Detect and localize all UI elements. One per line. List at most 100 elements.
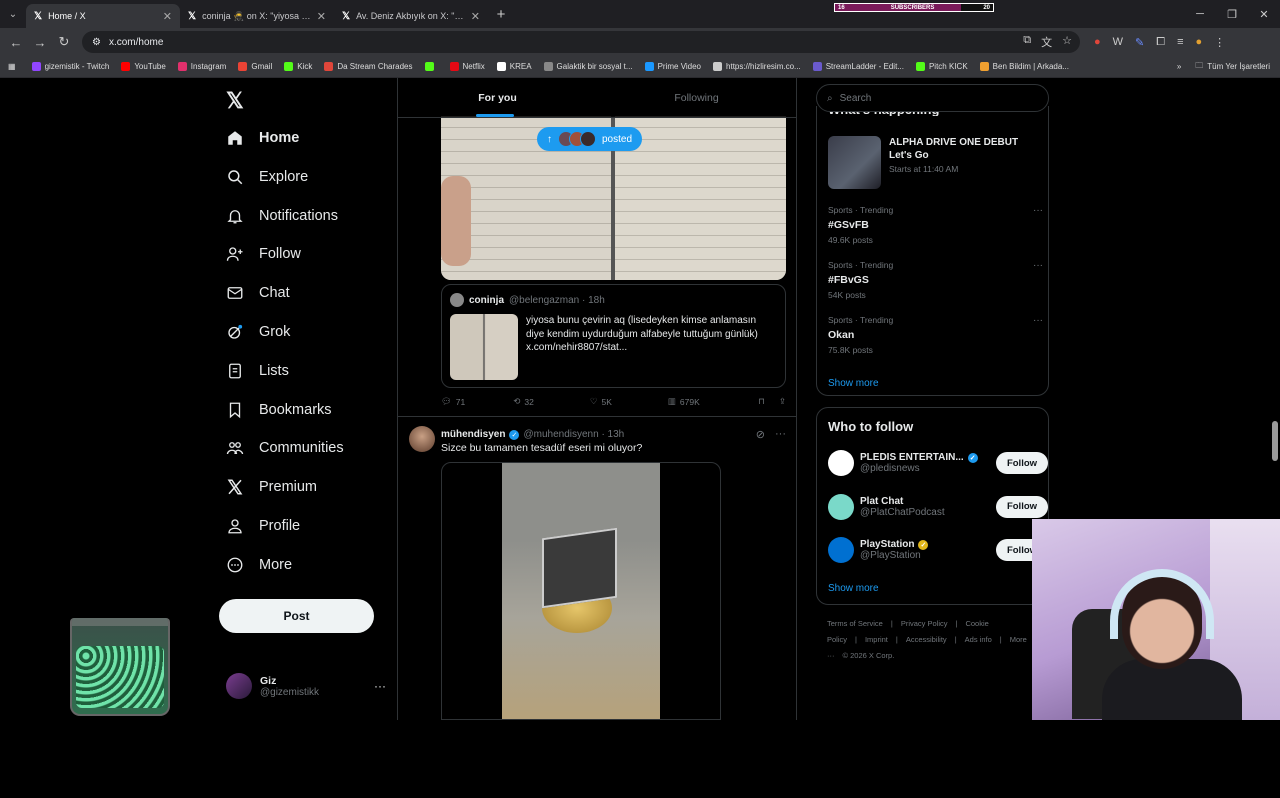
extension-icon[interactable]: ●	[1094, 36, 1101, 49]
grok-icon[interactable]: ⊘	[756, 428, 765, 441]
show-more-link[interactable]: Show more	[828, 378, 879, 389]
restore-icon[interactable]: ❐	[1216, 0, 1248, 28]
tab-home[interactable]: 𝕏 Home / X ✕	[26, 4, 180, 28]
close-icon[interactable]: ✕	[163, 10, 172, 23]
follow-suggestion[interactable]: PLEDIS ENTERTAIN... ✓ @pledisnews Follow	[828, 450, 1048, 476]
extension-icon[interactable]: ✎	[1135, 36, 1144, 49]
bookmark-item[interactable]: Ben Bildim | Arkada...	[979, 62, 1069, 71]
sidebar-item-more[interactable]: More	[226, 553, 292, 577]
footer-link[interactable]: Imprint	[865, 635, 888, 644]
show-more-link[interactable]: Show more	[828, 583, 879, 594]
avatar[interactable]: ●	[1196, 36, 1203, 49]
sidebar-item-chat[interactable]: Chat	[226, 281, 290, 305]
bookmark-item[interactable]: Pitch KICK	[915, 62, 968, 71]
sidebar-item-bookmarks[interactable]: Bookmarks	[226, 398, 332, 422]
star-icon[interactable]: ☆	[1062, 34, 1072, 50]
avatar[interactable]	[409, 426, 435, 452]
menu-icon[interactable]: ⋮	[1214, 36, 1225, 49]
back-icon[interactable]: ←	[4, 35, 28, 50]
footer-link[interactable]: Terms of Service	[827, 619, 883, 628]
bookmark-item[interactable]: https://hizliresim.co...	[713, 62, 801, 71]
x-logo-icon[interactable]: 𝕏	[226, 88, 244, 114]
sidebar-item-premium[interactable]: Premium	[226, 475, 317, 499]
sidebar-item-grok[interactable]: Grok	[226, 320, 290, 344]
puzzle-icon[interactable]: ⧠	[1156, 36, 1165, 49]
sidebar-item-notifications[interactable]: Notifications	[226, 204, 338, 228]
minimize-icon[interactable]: ─	[1184, 0, 1216, 28]
trend-item[interactable]: Sports · Trending #GSvFB 49.6K posts ···	[828, 205, 1043, 245]
repost-button[interactable]: ⟲ 32	[513, 396, 534, 407]
follow-suggestion[interactable]: PlayStation ✓ @PlayStation Follow	[828, 537, 1048, 563]
bookmark-item[interactable]: Kick	[284, 62, 312, 71]
share-button[interactable]: ⇪	[779, 396, 786, 407]
more-icon[interactable]: ···	[1033, 260, 1043, 271]
close-window-icon[interactable]: ✕	[1248, 0, 1280, 28]
reload-icon[interactable]: ↻	[52, 34, 76, 50]
close-icon[interactable]: ✕	[471, 10, 480, 23]
media-icon[interactable]: ≡	[1177, 36, 1183, 49]
new-posts-pill[interactable]: ↑ posted	[537, 127, 643, 151]
post-video[interactable]	[441, 462, 721, 720]
bookmark-item[interactable]: YouTube	[121, 62, 166, 71]
footer-link[interactable]: Accessibility	[906, 635, 947, 644]
quoted-post[interactable]: coninja @belengazman · 18h yiyosa bunu ç…	[441, 284, 786, 388]
trend-item[interactable]: Sports · Trending #FBvGS 54K posts ···	[828, 260, 1043, 300]
sidebar-item-communities[interactable]: Communities	[226, 436, 344, 460]
reply-button[interactable]: 💬︎ 71	[441, 396, 465, 407]
search-input[interactable]: ⌕ Search	[816, 84, 1049, 112]
event-image	[828, 136, 881, 189]
extension-icon[interactable]: W	[1113, 36, 1123, 49]
bean-jar-overlay	[70, 618, 170, 716]
bookmark-item[interactable]: Galaktik bir sosyal t...	[543, 62, 633, 71]
forward-icon[interactable]: →	[28, 35, 52, 50]
apps-icon[interactable]: ▦	[8, 62, 16, 71]
bookmark-item[interactable]: Prime Video	[644, 62, 701, 71]
all-bookmarks[interactable]: 🗀 Tüm Yer İşaretleri	[1195, 60, 1270, 74]
footer-link[interactable]: Privacy Policy	[901, 619, 948, 628]
bookmark-item[interactable]	[424, 62, 438, 71]
footer-link[interactable]: © 2026 X Corp.	[843, 651, 895, 660]
post-button[interactable]: Post	[219, 599, 374, 633]
tab-deniz[interactable]: 𝕏 Av. Deniz Akbıyık on X: "Bana b ✕	[334, 4, 488, 28]
chart-icon: ▥	[667, 396, 676, 406]
bookmark-button[interactable]: ⊓	[758, 396, 765, 407]
account-switcher[interactable]: Giz @gizemistikk ···	[226, 673, 386, 699]
url-input[interactable]: ⚙ x.com/home ⧉ 文 ☆	[82, 31, 1080, 53]
tab-search-icon[interactable]: ⌄	[0, 0, 26, 28]
translate-icon[interactable]: 文	[1041, 34, 1052, 50]
bookmark-item[interactable]: Gmail	[238, 62, 272, 71]
more-icon[interactable]: ···	[1033, 205, 1043, 216]
footer-link[interactable]: Ads info	[965, 635, 992, 644]
scrollbar-thumb[interactable]	[1272, 421, 1278, 461]
follow-button[interactable]: Follow	[996, 495, 1048, 518]
more-icon[interactable]: ···	[775, 428, 786, 441]
follow-suggestion[interactable]: Plat Chat @PlatChatPodcast Follow	[828, 493, 1048, 520]
like-button[interactable]: ♡ 5K	[590, 396, 612, 407]
subscriber-goal: 20	[983, 4, 990, 11]
sidebar-item-home[interactable]: Home	[226, 126, 299, 150]
sidebar-item-lists[interactable]: Lists	[226, 359, 289, 383]
new-tab-button[interactable]: +	[488, 6, 514, 23]
views-button[interactable]: ▥ 679K	[668, 396, 700, 407]
bookmark-item[interactable]: KREA	[496, 62, 532, 71]
post-author-name[interactable]: mühendisyen	[441, 429, 505, 440]
site-info-icon[interactable]: ⚙	[92, 37, 101, 48]
bookmark-item[interactable]: Da Stream Charades	[324, 62, 413, 71]
follow-button[interactable]: Follow	[996, 452, 1048, 474]
chevron-right-icon[interactable]: »	[1177, 62, 1181, 71]
sidebar-item-explore[interactable]: Explore	[226, 165, 308, 189]
sidebar-item-follow[interactable]: Follow	[226, 242, 301, 266]
bookmark-item[interactable]: StreamLadder - Edit...	[812, 62, 904, 71]
sidebar-item-profile[interactable]: Profile	[226, 514, 300, 538]
bookmark-item[interactable]: Instagram	[177, 62, 226, 71]
bookmark-item[interactable]: Netflix	[449, 62, 485, 71]
tab-coninja[interactable]: 𝕏 coninja 🥷 on X: "yiyosa bunu ç ✕	[180, 4, 334, 28]
event-item[interactable]: ALPHA DRIVE ONE DEBUT Let's Go Starts at…	[828, 136, 1029, 189]
bookmark-item[interactable]: gizemistik - Twitch	[31, 62, 109, 71]
more-icon[interactable]: ···	[1033, 315, 1043, 326]
install-icon[interactable]: ⧉	[1023, 34, 1031, 50]
close-icon[interactable]: ✕	[317, 10, 326, 23]
trend-item[interactable]: Sports · Trending Okan 75.8K posts ···	[828, 315, 1043, 355]
tab-for-you[interactable]: For you	[398, 78, 597, 117]
tab-following[interactable]: Following	[597, 78, 796, 117]
